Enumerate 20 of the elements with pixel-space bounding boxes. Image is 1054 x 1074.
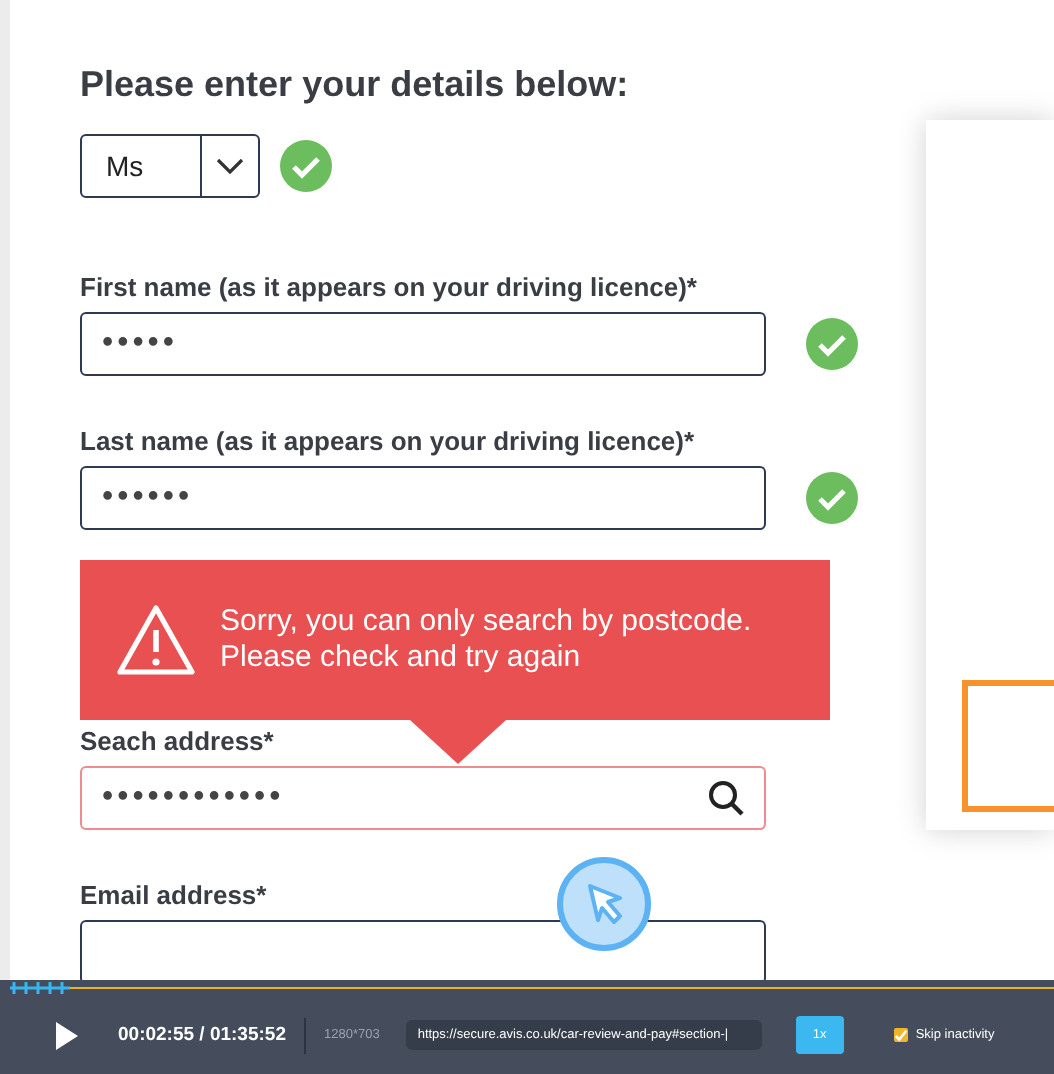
form-heading: Please enter your details below: — [80, 64, 631, 106]
input-field[interactable]: •••••••••••• — [80, 766, 766, 830]
play-icon[interactable] — [54, 1021, 78, 1049]
search-icon — [708, 780, 744, 816]
field-label: Seach address* — [80, 726, 274, 756]
timeline-track[interactable] — [10, 980, 1054, 996]
field-label: Email address* — [80, 880, 267, 910]
checkbox[interactable] — [893, 1028, 908, 1042]
warning-icon — [116, 604, 196, 676]
input-field[interactable]: ••••• — [80, 312, 766, 376]
caret-icon — [216, 157, 244, 175]
input-field[interactable]: •••••• — [80, 466, 766, 530]
field-label: Last name (as it appears on your driving licence)* — [80, 426, 695, 456]
title-select[interactable]: Ms — [80, 134, 260, 198]
activity-ticks-icon — [10, 980, 70, 996]
playback-time: 00:02:55 / 01:35:52 — [118, 1024, 286, 1046]
error-message: Sorry, you can only search by postcode. Please check and try again — [220, 604, 752, 676]
field-label: First name (as it appears on your driving licence)* — [80, 272, 697, 302]
highlight-frame — [962, 680, 1054, 812]
cursor-icon — [556, 856, 652, 952]
